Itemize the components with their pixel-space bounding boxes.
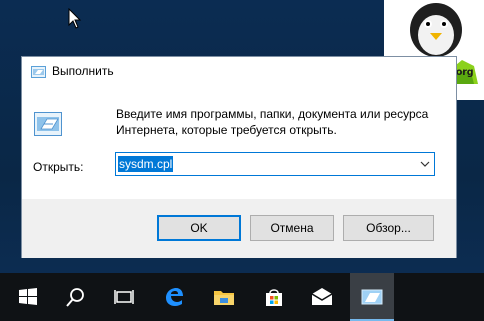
mouse-cursor-icon xyxy=(68,8,82,29)
taskbar-store-button[interactable] xyxy=(252,273,296,321)
dialog-description: Введите имя программы, папки, документа … xyxy=(116,107,429,137)
run-icon xyxy=(31,66,46,78)
taskbar-start-button[interactable] xyxy=(6,273,50,321)
run-icon xyxy=(361,289,383,305)
start-icon xyxy=(19,288,37,305)
taskbar-task-view-button[interactable] xyxy=(102,273,146,321)
taskbar-edge-button[interactable] xyxy=(152,273,196,321)
search-icon xyxy=(66,288,84,307)
dialog-title: Выполнить xyxy=(52,64,114,78)
store-icon xyxy=(266,289,282,306)
cancel-button[interactable]: Отмена xyxy=(250,215,334,241)
dialog-footer: OK Отмена Обзор... xyxy=(22,199,456,258)
taskbar-mail-button[interactable] xyxy=(300,273,344,321)
browse-button[interactable]: Обзор... xyxy=(343,215,434,241)
file-explorer-icon xyxy=(214,291,234,305)
mail-icon xyxy=(311,288,333,305)
taskbar-search-button[interactable] xyxy=(54,273,98,321)
chevron-down-icon[interactable] xyxy=(420,159,430,169)
taskbar-run-button[interactable] xyxy=(350,273,394,321)
taskbar xyxy=(0,273,484,321)
run-dialog: Выполнить Введите имя программы, папки, … xyxy=(21,56,457,258)
edge-icon xyxy=(166,288,183,306)
run-program-icon xyxy=(34,112,62,136)
ok-button[interactable]: OK xyxy=(157,215,241,241)
dialog-titlebar[interactable]: Выполнить xyxy=(22,57,456,87)
open-input-value[interactable]: sysdm.cpl xyxy=(118,156,174,172)
task-view-icon xyxy=(114,290,134,304)
open-combobox[interactable]: sysdm.cpl xyxy=(115,152,435,176)
open-label: Открыть: xyxy=(33,160,84,174)
taskbar-file-explorer-button[interactable] xyxy=(202,273,246,321)
